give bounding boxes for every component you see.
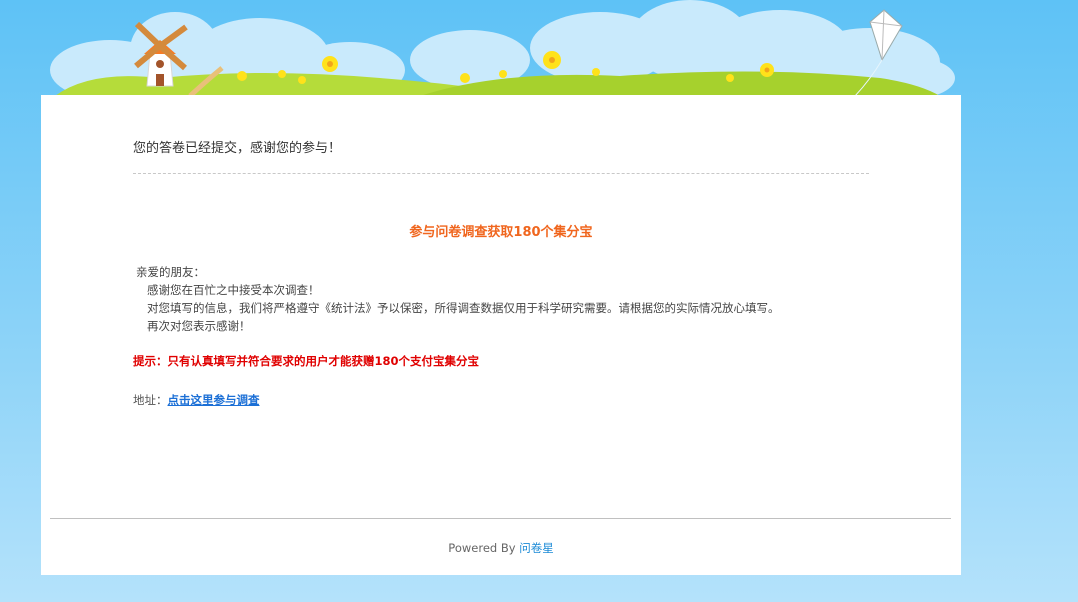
dashed-divider bbox=[133, 173, 869, 174]
header-banner bbox=[50, 0, 955, 100]
letter-line: 对您填写的信息，我们将严格遵守《统计法》予以保密，所得调查数据仅用于科学研究需要… bbox=[147, 301, 780, 315]
survey-link[interactable]: 点击这里参与调查 bbox=[168, 393, 260, 407]
greeting-text: 亲爱的朋友： bbox=[136, 265, 205, 279]
powered-by: Powered By 问卷星 bbox=[41, 540, 961, 556]
survey-title: 参与问卷调查获取180个集分宝 bbox=[409, 225, 593, 240]
survey-letter: 亲爱的朋友： 感谢您在百忙之中接受本次调查！ 对您填写的信息，我们将严格遵守《统… bbox=[133, 263, 780, 335]
brand-link[interactable]: 问卷星 bbox=[519, 541, 554, 555]
tip-text: 提示：只有认真填写并符合要求的用户才能获赠180个支付宝集分宝 bbox=[133, 354, 480, 368]
address-label: 地址： bbox=[133, 393, 168, 407]
address-row: 地址：点击这里参与调查 bbox=[133, 392, 260, 408]
letter-line: 感谢您在百忙之中接受本次调查！ bbox=[147, 283, 320, 297]
footer-divider bbox=[50, 518, 951, 519]
submission-message: 您的答卷已经提交，感谢您的参与！ bbox=[133, 141, 342, 156]
powered-by-text: Powered By bbox=[448, 541, 520, 555]
letter-line: 再次对您表示感谢！ bbox=[147, 319, 251, 333]
content-card: 您的答卷已经提交，感谢您的参与！ 参与问卷调查获取180个集分宝 亲爱的朋友： … bbox=[41, 95, 961, 575]
